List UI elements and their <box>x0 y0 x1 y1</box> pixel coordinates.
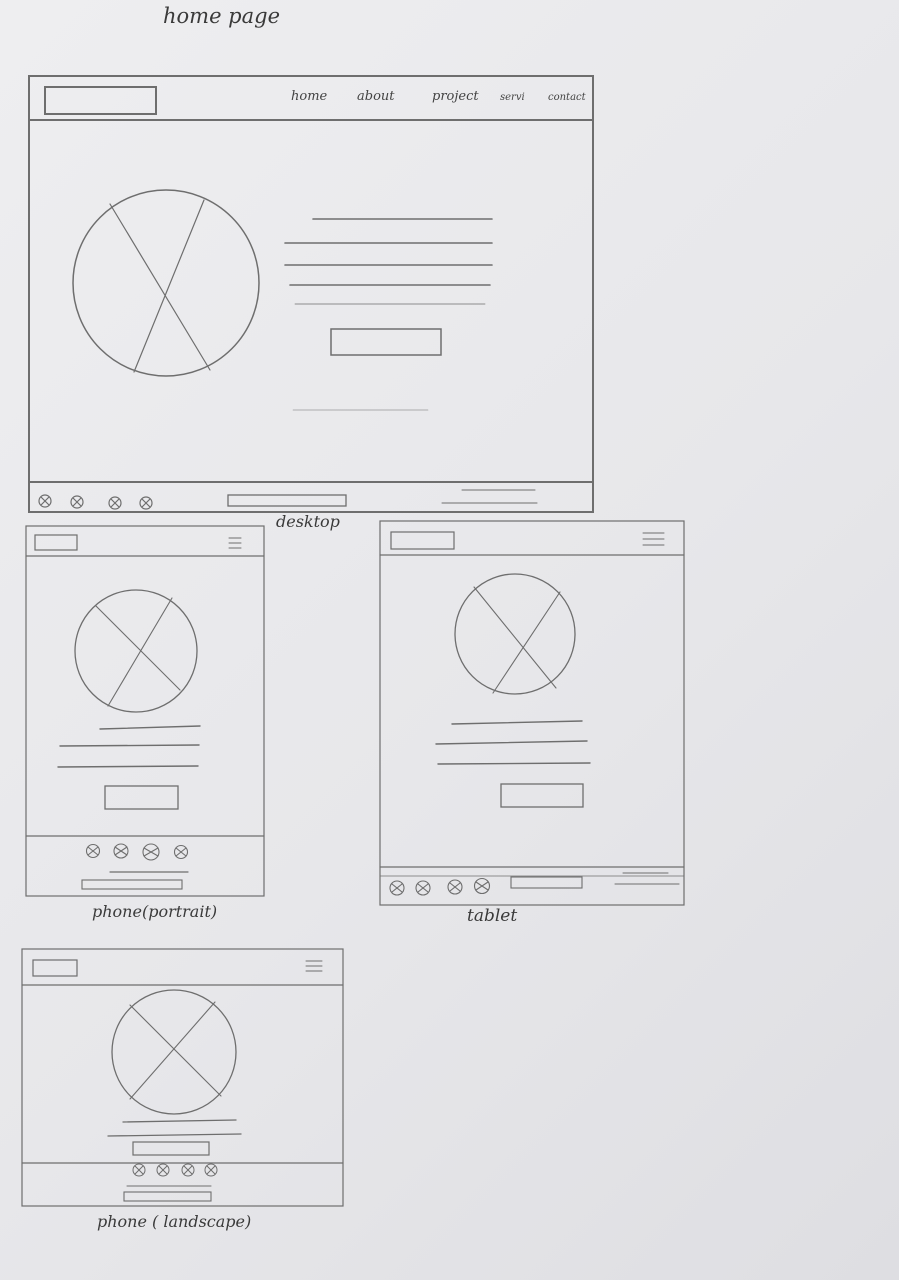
desktop-wireframe <box>28 75 594 513</box>
tablet-logo-box <box>390 531 455 550</box>
desktop-label: desktop <box>276 512 340 531</box>
nav-item-project[interactable]: project <box>432 89 479 104</box>
tablet-hamburger-icon <box>642 532 665 546</box>
phone-portrait-cta-button <box>104 785 179 810</box>
phone-portrait-social-icons <box>85 843 189 861</box>
phone-landscape-cta-button <box>132 1141 210 1156</box>
desktop-logo-box <box>44 86 157 115</box>
page-title: home page <box>163 4 281 28</box>
tablet-social-icons <box>389 877 491 896</box>
tablet-cta-button <box>500 783 584 808</box>
phone-portrait-footer-box <box>81 879 183 890</box>
phone-landscape-text-lines <box>107 1119 242 1137</box>
phone-portrait-label: phone(portrait) <box>92 902 218 921</box>
tablet-hero-image-placeholder <box>454 573 576 695</box>
desktop-hero-text-lines <box>284 218 493 305</box>
tablet-label: tablet <box>467 906 518 926</box>
desktop-footer-box <box>227 494 347 507</box>
desktop-social-icons <box>38 494 153 510</box>
nav-item-about[interactable]: about <box>357 89 395 104</box>
desktop-cta-button <box>330 328 442 356</box>
tablet-wireframe <box>379 520 685 906</box>
nav-item-contact[interactable]: contact <box>548 92 586 103</box>
nav-item-services[interactable]: servi <box>500 92 525 103</box>
phone-landscape-hero-image-placeholder <box>111 989 237 1115</box>
tablet-footer-box <box>510 876 583 889</box>
desktop-frame <box>28 75 594 513</box>
desktop-hero-image-placeholder <box>72 189 260 377</box>
phone-portrait-hamburger-icon <box>228 537 242 549</box>
phone-portrait-wireframe <box>25 525 265 897</box>
phone-landscape-hamburger-icon <box>305 960 323 972</box>
phone-landscape-label: phone ( landscape) <box>97 1212 252 1231</box>
phone-portrait-hero-image-placeholder <box>74 589 198 713</box>
phone-landscape-social-icons <box>132 1163 218 1177</box>
phone-landscape-wireframe <box>21 948 344 1207</box>
phone-landscape-logo-box <box>32 959 78 977</box>
nav-item-home[interactable]: home <box>291 89 327 104</box>
tablet-frame <box>379 520 685 906</box>
tablet-text-lines <box>435 720 591 765</box>
phone-portrait-logo-box <box>34 534 78 551</box>
phone-portrait-text-lines <box>57 725 201 768</box>
phone-landscape-footer-box <box>123 1191 212 1202</box>
wireframe-sketches <box>21 75 685 1207</box>
